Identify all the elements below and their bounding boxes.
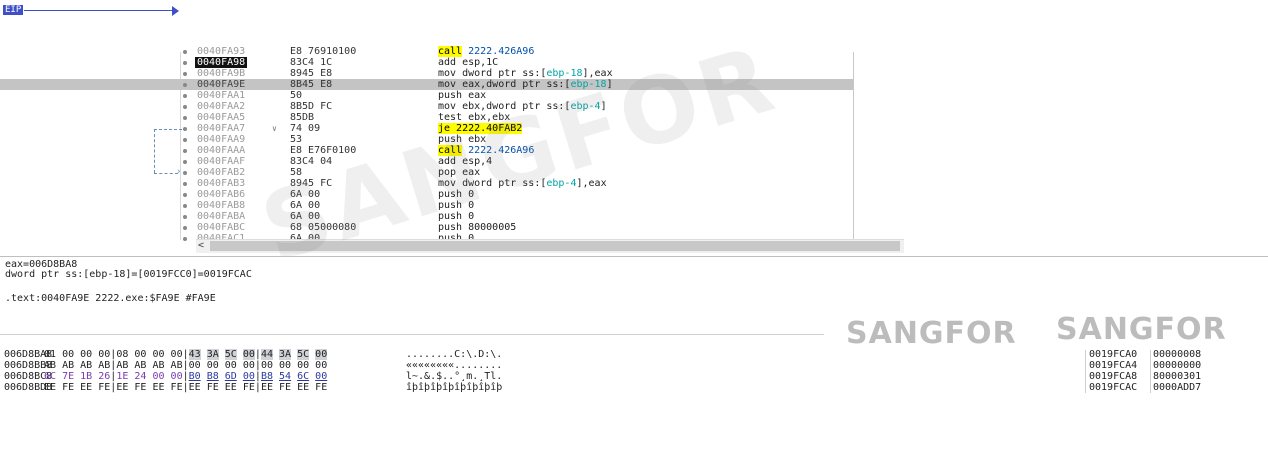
stack-address: 0019FCA8 (1089, 371, 1138, 382)
disasm-address: 0040FAB6 (197, 189, 246, 200)
disasm-address: 0040FAB3 (197, 178, 246, 189)
disasm-instruction: call 2222.426A96 (438, 46, 535, 57)
jump-arrow-start (154, 129, 182, 130)
eip-label: EIP (3, 5, 24, 15)
jump-arrow-head-icon: › (176, 167, 182, 177)
breakpoint-dot-icon[interactable] (183, 61, 187, 65)
disasm-bytes: 53 (290, 134, 303, 145)
disasm-bytes: 83C4 1C (290, 57, 333, 68)
dump-hex: AB AB AB AB|AB AB AB AB|00 00 00 00|00 0… (44, 360, 328, 371)
disasm-bytes: 74 09 (290, 123, 321, 134)
dump-ascii: l~.&.$..°¸m.¸Tl. (406, 371, 503, 382)
breakpoint-dot-icon[interactable] (183, 127, 187, 131)
breakpoint-dot-icon[interactable] (183, 171, 187, 175)
disasm-address: 0040FA9B (197, 68, 246, 79)
breakpoint-dot-icon[interactable] (183, 105, 187, 109)
disasm-address: 0040FA93 (197, 46, 246, 57)
pane-divider (853, 52, 854, 240)
jump-arrow-line (154, 129, 155, 173)
stack-value: 00000008 (1153, 349, 1202, 360)
disasm-address: 0040FABA (197, 211, 246, 222)
eip-arrow-line (24, 10, 176, 11)
disasm-address: 0040FAAA (197, 145, 246, 156)
disasm-address: 0040FABC (197, 222, 246, 233)
breakpoint-dot-icon[interactable] (183, 50, 187, 54)
watermark-small-2: SANGFOR (1056, 312, 1227, 347)
stack-address: 0019FCA4 (1089, 360, 1138, 371)
disasm-address: 0040FAA9 (197, 134, 246, 145)
dump-hex: 01 00 00 00|08 00 00 00|43 3A 5C 00|44 3… (44, 349, 328, 360)
breakpoint-dot-icon[interactable] (183, 182, 187, 186)
breakpoint-dot-icon[interactable] (183, 138, 187, 142)
disasm-address: 0040FA9E (197, 79, 246, 90)
breakpoint-dot-icon[interactable] (183, 72, 187, 76)
dump-ascii: ........C:\.D:\. (406, 349, 503, 360)
disasm-address: 0040FAB8 (197, 200, 246, 211)
breakpoint-dot-icon[interactable] (183, 226, 187, 230)
disasm-bytes: 85DB (290, 112, 315, 123)
jump-arrow-end (154, 173, 178, 174)
stack-address: 0019FCAC (1089, 382, 1138, 393)
disasm-bytes: 8945 E8 (290, 68, 333, 79)
breakpoint-dot-icon[interactable] (183, 116, 187, 120)
breakpoint-dot-icon[interactable] (183, 204, 187, 208)
stack-column-divider (1150, 343, 1151, 393)
info-pane: eax=006D8BA8 dword ptr ss:[ebp-18]=[0019… (0, 256, 1268, 309)
breakpoint-dot-icon[interactable] (183, 83, 187, 87)
disasm-address: 0040FAAF (197, 156, 246, 167)
disasm-address: 0040FAA5 (197, 112, 246, 123)
dump-ascii: îþîþîþîþîþîþîþîþ (406, 382, 503, 393)
breakpoint-dot-icon[interactable] (183, 160, 187, 164)
disasm-address: 0040FA98 (195, 57, 248, 68)
disasm-bytes: 8B45 E8 (290, 79, 333, 90)
disasm-address: 0040FAA7 (197, 123, 246, 134)
eip-arrow-head-icon (172, 6, 179, 16)
stack-value: 0000ADD7 (1153, 382, 1202, 393)
disasm-bytes: 50 (290, 90, 303, 101)
breakpoint-dot-icon[interactable] (183, 94, 187, 98)
stack-value: 00000000 (1153, 360, 1202, 371)
scroll-left-icon[interactable]: < (198, 240, 204, 251)
info-location: .text:0040FA9E 2222.exe:$FA9E #FA9E (5, 293, 216, 304)
dump-ascii: ««««««««........ (406, 360, 503, 371)
disasm-address: 0040FAA1 (197, 90, 246, 101)
stack-pane[interactable]: 0019FCA0 00000008 0019FCA4 00000000 0019FCA8… (1085, 343, 1268, 393)
breakpoint-dot-icon[interactable] (183, 215, 187, 219)
jump-indicator-icon: ∨ (272, 124, 277, 133)
breakpoint-dot-icon[interactable] (183, 149, 187, 153)
info-memory-ref: dword ptr ss:[ebp-18]=[0019FCC0]=0019FCA… (5, 269, 252, 280)
dump-hex: EE FE EE FE|EE FE EE FE|EE FE EE FE|EE F… (44, 382, 328, 393)
watermark-small-1: SANGFOR (846, 316, 1017, 351)
stack-value: 80000301 (1153, 371, 1202, 382)
stack-address: 0019FCA0 (1089, 349, 1138, 360)
hex-dump-pane[interactable]: 006D8BA8 01 00 00 00|08 00 00 00|43 3A 5C… (0, 343, 524, 393)
disasm-instruction: push eax (438, 90, 487, 101)
disasm-address: 0040FAB2 (197, 167, 246, 178)
disasm-instruction: add esp,1C (438, 57, 499, 68)
breakpoint-dot-icon[interactable] (183, 193, 187, 197)
dump-hex: 6C 7E 1B 26|1E 24 00 00|B0 B8 6D 00|B8 5… (44, 371, 328, 382)
disasm-bytes: E8 76910100 (290, 46, 357, 57)
breakpoint-dot-icon[interactable] (183, 237, 187, 241)
disasm-address: 0040FAA2 (197, 101, 246, 112)
disasm-bytes: 8B5D FC (290, 101, 333, 112)
